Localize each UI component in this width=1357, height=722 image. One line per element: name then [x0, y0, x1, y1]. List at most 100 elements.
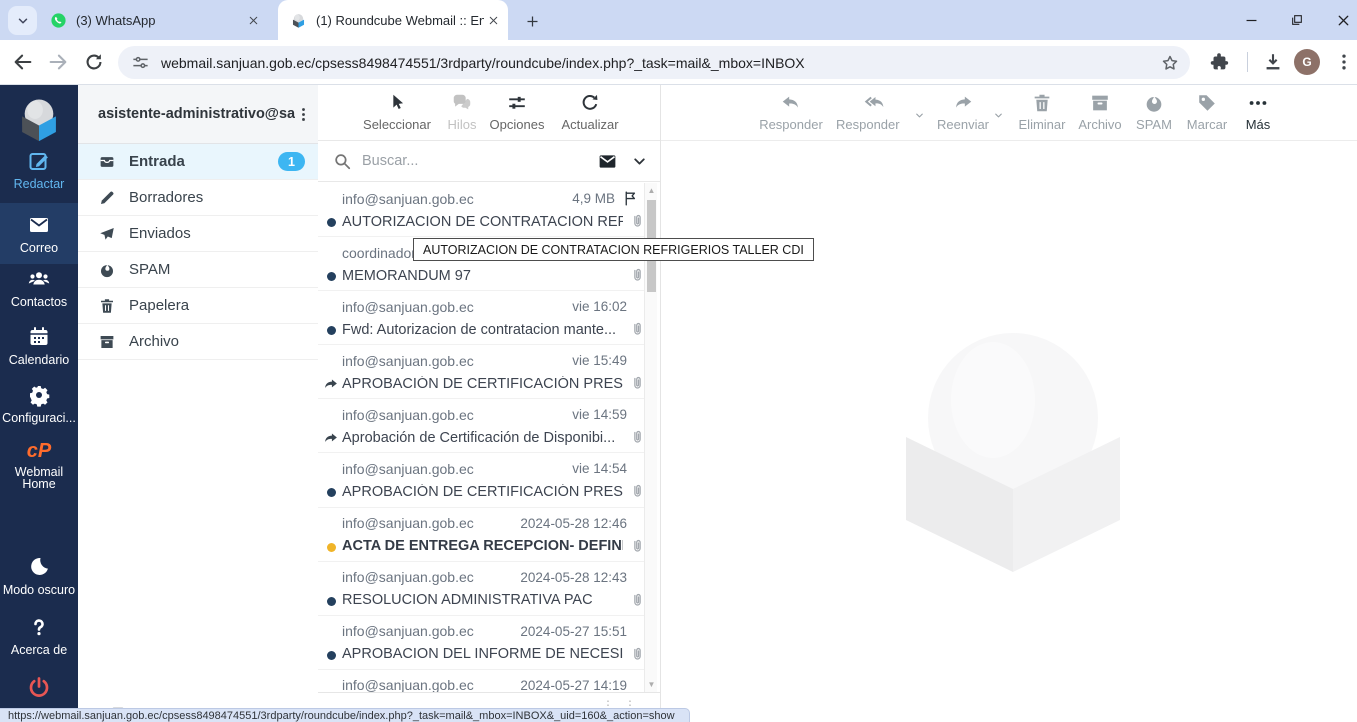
- sliders-icon: [506, 92, 528, 114]
- tab-search-button[interactable]: [8, 6, 37, 35]
- sidebar-item-acerca-de[interactable]: Acerca de: [0, 615, 78, 657]
- flag-icon: [622, 190, 639, 207]
- button-label: Hilos: [447, 117, 477, 132]
- select-button[interactable]: Seleccionar: [355, 92, 439, 132]
- threads-icon: [451, 92, 473, 114]
- forward-button[interactable]: [47, 51, 69, 73]
- list-item[interactable]: info@sanjuan.gob.ec 4,9 MB AUTORIZACION …: [318, 183, 647, 238]
- close-icon: [487, 14, 500, 27]
- options-button[interactable]: Opciones: [485, 92, 549, 132]
- back-button[interactable]: [12, 51, 34, 73]
- chevron-down-icon[interactable]: [914, 110, 925, 121]
- search-input[interactable]: [362, 153, 597, 169]
- tab-close-button[interactable]: [484, 11, 502, 29]
- message-sender: info@sanjuan.gob.ec: [342, 569, 474, 586]
- mail-icon: [27, 213, 51, 237]
- button-label: Marcar: [1186, 117, 1228, 132]
- scroll-down-icon[interactable]: ▼: [645, 680, 658, 690]
- compose-icon: [27, 149, 51, 173]
- folder-enviados[interactable]: Enviados: [78, 216, 318, 252]
- folder-archivo[interactable]: Archivo: [78, 324, 318, 360]
- sidebar-item-modo-oscuro[interactable]: Modo oscuro: [0, 555, 78, 597]
- sidebar-item-webmail-home[interactable]: cP Webmail Home: [0, 440, 78, 490]
- tag-icon: [1196, 92, 1218, 114]
- address-bar[interactable]: webmail.sanjuan.gob.ec/cpsess8498474551/…: [118, 46, 1190, 79]
- list-item[interactable]: info@sanjuan.gob.ec vie 14:54 APROBACIÓN…: [318, 453, 647, 508]
- sidebar-item-contactos[interactable]: Contactos: [0, 267, 78, 309]
- archive-icon: [98, 333, 116, 351]
- sidebar-item-calendario[interactable]: Calendario: [0, 325, 78, 367]
- sidebar-item-configuracion[interactable]: Configuraci...: [0, 383, 78, 425]
- reply-button[interactable]: Responder: [758, 92, 824, 132]
- message-sender: info@sanjuan.gob.ec: [342, 190, 474, 207]
- folder-entrada[interactable]: Entrada 1: [78, 144, 318, 180]
- logout-button[interactable]: [0, 675, 78, 699]
- fire-icon: [98, 261, 116, 279]
- profile-avatar[interactable]: G: [1294, 49, 1320, 75]
- message-sender: info@sanjuan.gob.ec: [342, 406, 474, 423]
- folder-papelera[interactable]: Papelera: [78, 288, 318, 324]
- site-settings-icon[interactable]: [131, 53, 150, 72]
- account-menu-icon[interactable]: [295, 106, 312, 123]
- new-tab-button[interactable]: [520, 9, 544, 33]
- subject-tooltip: AUTORIZACION DE CONTRATACION REFRIGERIOS…: [413, 238, 814, 261]
- delete-button[interactable]: Eliminar: [1014, 92, 1070, 132]
- folder-spam[interactable]: SPAM: [78, 252, 318, 288]
- bookmark-star-icon[interactable]: [1160, 53, 1180, 73]
- browser-menu-icon[interactable]: [1334, 51, 1354, 73]
- message-date: vie 14:59: [572, 407, 627, 423]
- sidebar-item-label: Contactos: [10, 295, 68, 309]
- close-icon: [1335, 12, 1352, 29]
- downloads-icon[interactable]: [1262, 51, 1284, 73]
- account-name: asistente-administrativo@sa...: [98, 106, 295, 122]
- list-item[interactable]: info@sanjuan.gob.ec vie 14:59 Aprobación…: [318, 399, 647, 454]
- archive-button[interactable]: Archivo: [1072, 92, 1128, 132]
- trash-icon: [1031, 92, 1053, 114]
- window-restore-button[interactable]: [1283, 8, 1311, 32]
- search-scope-mail-icon[interactable]: [597, 151, 618, 172]
- junk-button[interactable]: SPAM: [1130, 92, 1178, 132]
- reply-all-button[interactable]: Responder ...: [836, 92, 914, 147]
- scroll-up-icon[interactable]: ▲: [645, 186, 658, 196]
- message-preview-pane: [661, 141, 1357, 722]
- chevron-down-icon[interactable]: [993, 110, 1004, 121]
- tab-roundcube[interactable]: (1) Roundcube Webmail :: Entra: [278, 0, 508, 40]
- threads-button[interactable]: Hilos: [439, 92, 485, 132]
- sidebar-item-correo[interactable]: Correo: [0, 203, 78, 264]
- forward-icon: [952, 92, 974, 114]
- sidebar-item-redactar[interactable]: Redactar: [0, 149, 78, 191]
- list-item[interactable]: info@sanjuan.gob.ec 2024-05-27 14:19: [318, 670, 647, 692]
- more-button[interactable]: Más: [1238, 92, 1278, 132]
- message-sender: info@sanjuan.gob.ec: [342, 677, 474, 692]
- forwarded-icon: [322, 376, 339, 393]
- sidebar-item-label: Correo: [19, 241, 59, 255]
- window-close-button[interactable]: [1329, 8, 1357, 32]
- restore-icon: [1289, 12, 1305, 28]
- tab-whatsapp[interactable]: (3) WhatsApp: [40, 0, 268, 40]
- list-item[interactable]: info@sanjuan.gob.ec vie 15:49 APROBACIÓN…: [318, 345, 647, 400]
- account-header: asistente-administrativo@sa...: [78, 85, 318, 144]
- list-item[interactable]: info@sanjuan.gob.ec 2024-05-28 12:43 RES…: [318, 562, 647, 616]
- extensions-icon[interactable]: [1208, 51, 1230, 73]
- roundcube-logo: [0, 93, 78, 145]
- list-item[interactable]: info@sanjuan.gob.ec 2024-05-28 12:46 ACT…: [318, 508, 647, 562]
- list-item[interactable]: info@sanjuan.gob.ec vie 16:02 Fwd: Autor…: [318, 291, 647, 346]
- reload-button[interactable]: [83, 51, 105, 73]
- cursor-icon: [386, 92, 408, 114]
- window-minimize-button[interactable]: [1237, 8, 1265, 32]
- minimize-icon: [1243, 12, 1260, 29]
- folder-label: Enviados: [129, 225, 191, 242]
- mark-button[interactable]: Marcar: [1182, 92, 1232, 132]
- tab-close-button[interactable]: [244, 11, 262, 29]
- roundcube-favicon: [290, 12, 307, 29]
- folder-borradores[interactable]: Borradores: [78, 180, 318, 216]
- message-subject: MEMORANDUM 97: [342, 267, 471, 284]
- message-sender: info@sanjuan.gob.ec: [342, 298, 474, 315]
- message-toolbar: Responder Responder ... Reenviar Elimina…: [758, 85, 1278, 147]
- message-subject: Aprobación de Certificación de Disponibi…: [342, 429, 616, 446]
- chevron-down-icon[interactable]: [631, 153, 648, 170]
- sidebar-item-label: Modo oscuro: [2, 583, 76, 597]
- refresh-button[interactable]: Actualizar: [553, 92, 627, 132]
- list-item[interactable]: info@sanjuan.gob.ec 2024-05-27 15:51 APR…: [318, 616, 647, 670]
- forward-button[interactable]: Reenviar: [933, 92, 993, 132]
